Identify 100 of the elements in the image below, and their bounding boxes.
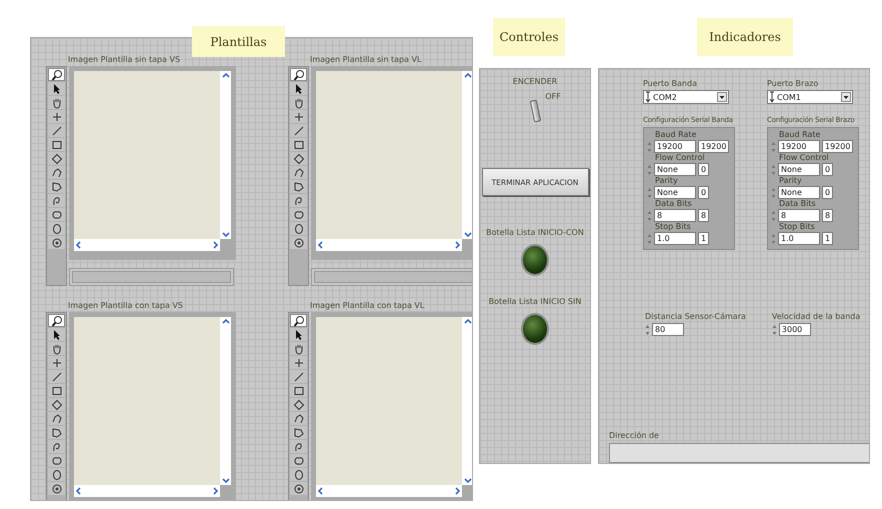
tool-button[interactable] (48, 440, 65, 453)
freehand-icon (292, 440, 304, 452)
tool-button[interactable] (48, 342, 65, 355)
code-field: 0 (822, 186, 834, 199)
toggle-switch[interactable] (531, 98, 540, 124)
spinner-icon (771, 210, 776, 222)
crosshair-icon (292, 356, 304, 368)
tool-button[interactable] (48, 398, 65, 411)
tool-button[interactable] (290, 454, 307, 467)
ring-icon (50, 482, 62, 494)
tool-button[interactable] (290, 180, 307, 193)
field-label: Parity (654, 176, 679, 186)
numeric-field[interactable]: 80 (652, 323, 684, 336)
horizontal-scrollbar[interactable] (316, 239, 462, 251)
tool-button[interactable] (48, 82, 65, 95)
tool-button[interactable] (48, 68, 65, 81)
tool-button[interactable] (48, 468, 65, 481)
value-field[interactable]: 1.0 (654, 232, 696, 245)
tool-button[interactable] (290, 68, 307, 81)
crosshair-icon (50, 356, 62, 368)
port-dropdown[interactable]: COM2 (643, 90, 729, 104)
field-label: Flow Control (654, 153, 706, 163)
tool-button[interactable] (48, 314, 65, 327)
tool-button[interactable] (48, 180, 65, 193)
horizontal-scrollbar[interactable] (74, 485, 220, 497)
horizontal-scrollbar[interactable] (316, 485, 462, 497)
numeric-label: Velocidad de la banda (772, 312, 862, 322)
field-label: Data Bits (654, 199, 693, 209)
spinner-icon (647, 164, 652, 176)
tool-button[interactable] (290, 482, 307, 495)
tool-button[interactable] (48, 412, 65, 425)
code-field: 19200 (698, 140, 730, 153)
tool-button[interactable] (48, 110, 65, 123)
image-label: Imagen Plantilla sin tapa VS (68, 55, 182, 65)
tool-button[interactable] (290, 96, 307, 109)
tool-button[interactable] (48, 166, 65, 179)
value-field[interactable]: 19200 (654, 140, 696, 153)
tool-button[interactable] (48, 222, 65, 235)
tool-button[interactable] (48, 194, 65, 207)
tool-button[interactable] (48, 482, 65, 495)
port-label: Puerto Brazo (767, 79, 820, 89)
value-field[interactable]: None (778, 186, 820, 199)
spinner-icon (647, 232, 652, 244)
tool-button[interactable] (48, 384, 65, 397)
tool-button[interactable] (290, 468, 307, 481)
freehand-icon (292, 194, 304, 206)
tool-button[interactable] (290, 208, 307, 221)
freeform-icon (50, 208, 62, 220)
value-field[interactable]: 8 (778, 209, 820, 222)
value-field[interactable]: 8 (654, 209, 696, 222)
tool-button[interactable] (290, 342, 307, 355)
tool-button[interactable] (48, 328, 65, 341)
tool-button[interactable] (290, 356, 307, 369)
tool-button[interactable] (48, 454, 65, 467)
horizontal-scrollbar[interactable] (74, 239, 220, 251)
code-field: 8 (822, 209, 834, 222)
tool-button[interactable] (290, 384, 307, 397)
value-field[interactable]: 1.0 (778, 232, 820, 245)
tool-button[interactable] (290, 194, 307, 207)
tool-button[interactable] (290, 110, 307, 123)
tool-button[interactable] (290, 152, 307, 165)
tool-button[interactable] (48, 152, 65, 165)
tool-button[interactable] (290, 328, 307, 341)
tool-button[interactable] (290, 440, 307, 453)
value-field[interactable]: None (654, 186, 696, 199)
field-label: Parity (778, 176, 803, 186)
value-field[interactable]: None (654, 163, 696, 176)
tool-button[interactable] (48, 138, 65, 151)
vertical-scrollbar[interactable] (462, 71, 472, 239)
value-field[interactable]: 19200 (778, 140, 820, 153)
tool-button[interactable] (48, 96, 65, 109)
tool-button[interactable] (290, 398, 307, 411)
spinner-icon (771, 186, 776, 198)
vertical-scrollbar[interactable] (220, 317, 231, 485)
diamond-icon (50, 152, 62, 164)
value-field[interactable]: None (778, 163, 820, 176)
tool-button[interactable] (290, 138, 307, 151)
tool-button[interactable] (48, 356, 65, 369)
line-icon (50, 370, 62, 382)
port-dropdown[interactable]: COM1 (767, 90, 853, 104)
diamond-icon (292, 152, 304, 164)
image-label: Imagen Plantilla con tapa VS (68, 301, 184, 311)
tool-button[interactable] (290, 82, 307, 95)
freehand-icon (50, 440, 62, 452)
tool-button[interactable] (290, 412, 307, 425)
tool-button[interactable] (290, 166, 307, 179)
tool-button[interactable] (290, 222, 307, 235)
code-field: 0 (698, 186, 710, 199)
tool-button[interactable] (290, 236, 307, 249)
tool-button[interactable] (48, 236, 65, 249)
tool-button[interactable] (290, 426, 307, 439)
tool-button[interactable] (48, 426, 65, 439)
led-label: Botella Lista INICIO SIN (488, 297, 582, 307)
numeric-field[interactable]: 3000 (778, 323, 811, 336)
tool-button[interactable] (48, 208, 65, 221)
oval-icon (50, 468, 62, 480)
vertical-scrollbar[interactable] (220, 71, 231, 239)
field-label: Data Bits (778, 199, 817, 209)
tool-button[interactable] (290, 314, 307, 327)
vertical-scrollbar[interactable] (462, 317, 472, 485)
